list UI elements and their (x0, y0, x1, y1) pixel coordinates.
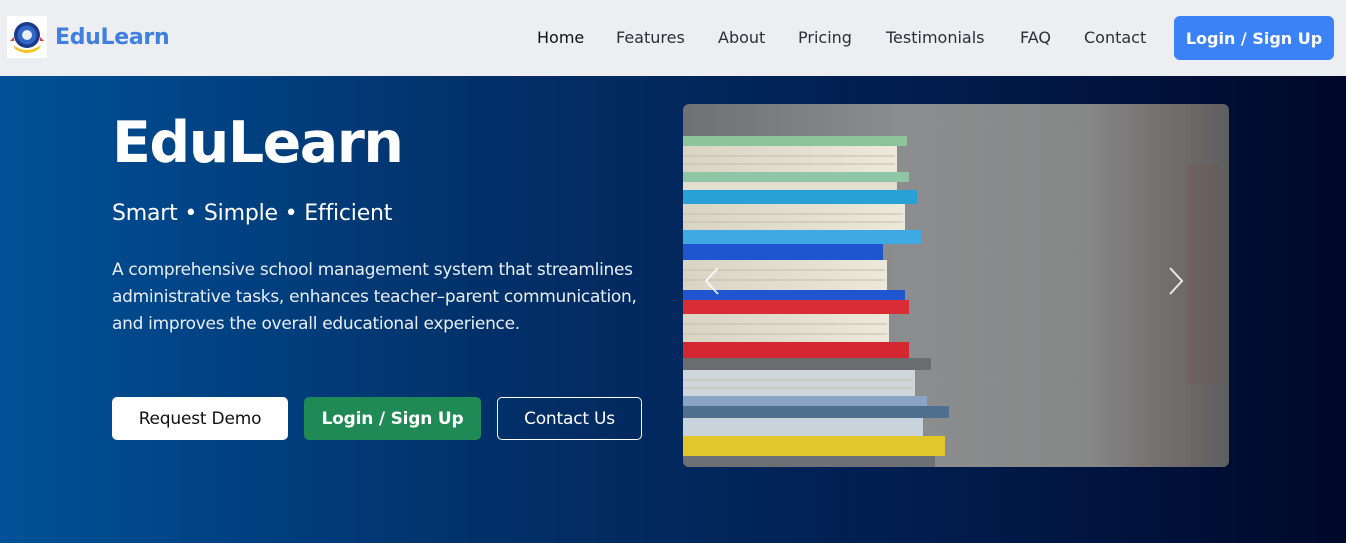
navbar: EduLearn Home Features About Pricing Tes… (0, 0, 1346, 76)
request-demo-button[interactable]: Request Demo (112, 397, 288, 440)
chevron-right-icon (1169, 267, 1184, 295)
nav-links: Home Features About Pricing Testimonials… (0, 0, 1346, 76)
hero-section: EduLearn Smart • Simple • Efficient A co… (0, 76, 1346, 543)
nav-features[interactable]: Features (616, 28, 685, 47)
hero-tagline: Smart • Simple • Efficient (112, 201, 393, 226)
hero-description: A comprehensive school management system… (112, 260, 637, 334)
chevron-left-icon (704, 267, 719, 295)
nav-home[interactable]: Home (537, 28, 584, 47)
carousel-next-button[interactable] (1167, 266, 1207, 306)
hero-title: EduLearn (112, 110, 404, 176)
login-signup-button[interactable]: Login / Sign Up (1174, 16, 1334, 60)
hero-image-carousel[interactable] (683, 104, 1229, 467)
nav-faq[interactable]: FAQ (1020, 28, 1051, 47)
nav-contact[interactable]: Contact (1084, 28, 1146, 47)
nav-about[interactable]: About (718, 28, 765, 47)
book-stack-image (683, 104, 1229, 467)
nav-testimonials[interactable]: Testimonials (886, 28, 985, 47)
carousel-prev-button[interactable] (703, 266, 743, 306)
nav-pricing[interactable]: Pricing (798, 28, 852, 47)
contact-us-button[interactable]: Contact Us (497, 397, 642, 440)
hero-login-signup-button[interactable]: Login / Sign Up (304, 397, 481, 440)
